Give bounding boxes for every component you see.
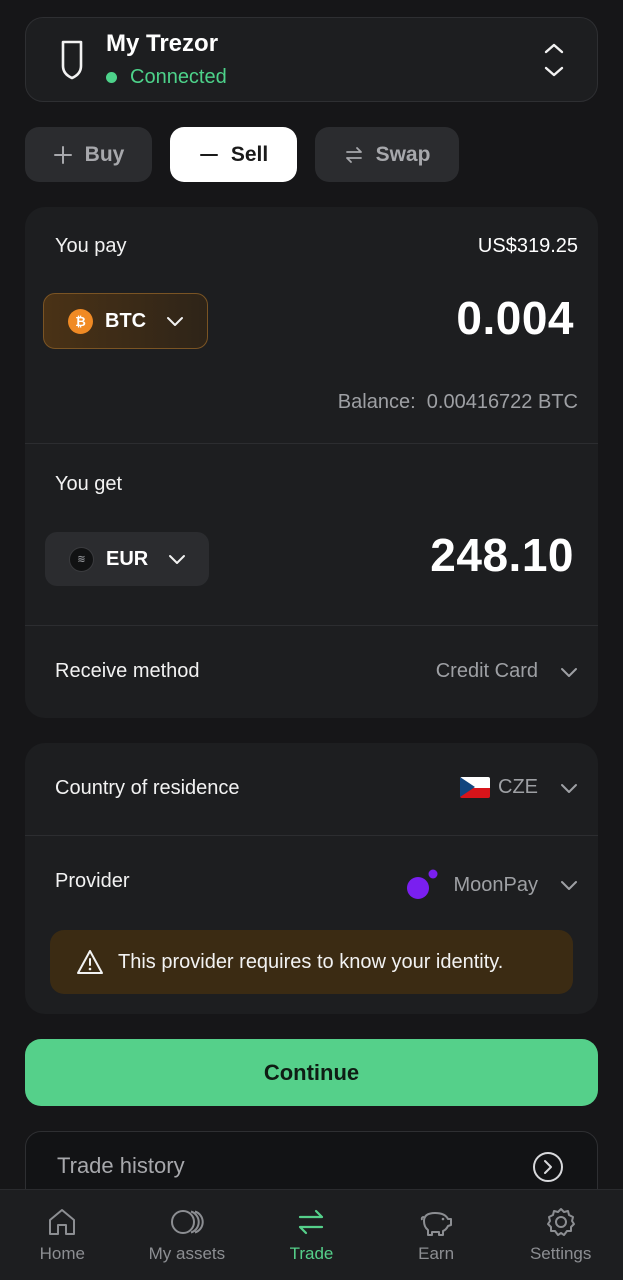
- bottom-navigation: Home My assets Trade Earn Settings: [0, 1189, 623, 1280]
- tab-buy-label: Buy: [84, 142, 125, 166]
- pay-coin-label: BTC: [105, 309, 147, 332]
- nav-earn-label: Earn: [418, 1244, 455, 1263]
- chevron-down-icon: [561, 881, 577, 890]
- chevron-down-icon: [561, 783, 577, 793]
- chevron-down-icon: [561, 667, 577, 677]
- continue-button[interactable]: Continue: [25, 1039, 598, 1106]
- you-pay-label: You pay: [55, 235, 127, 257]
- plus-icon: [53, 145, 72, 164]
- you-get-label: You get: [55, 473, 123, 495]
- chevron-up-down-icon[interactable]: [543, 42, 565, 78]
- nav-trade[interactable]: Trade: [249, 1190, 374, 1280]
- device-switcher[interactable]: My Trezor Connected: [25, 17, 598, 102]
- provider-select[interactable]: MoonPay: [406, 869, 579, 901]
- czech-flag-icon: [460, 777, 490, 798]
- moonpay-logo-icon: [406, 869, 437, 899]
- nav-trade-label: Trade: [289, 1244, 334, 1263]
- nav-home-label: Home: [39, 1244, 85, 1263]
- piggy-bank-icon: [420, 1212, 453, 1236]
- nav-my-assets[interactable]: My assets: [125, 1190, 250, 1280]
- status-dot: [106, 72, 117, 83]
- country-value: CZE: [498, 776, 538, 798]
- nav-home[interactable]: Home: [0, 1190, 125, 1280]
- pay-fiat-value: US$319.25: [477, 235, 578, 257]
- trade-form-panel: You pay US$319.25 ₿ BTC 0.004 Balance: 0…: [25, 207, 598, 718]
- provider-value: MoonPay: [453, 873, 539, 896]
- get-currency-select[interactable]: ≋ EUR: [45, 532, 209, 586]
- country-label: Country of residence: [55, 777, 240, 799]
- device-name: My Trezor: [106, 30, 219, 57]
- get-currency-label: EUR: [106, 547, 149, 570]
- arrow-right-circle-icon[interactable]: [532, 1151, 564, 1183]
- nav-my-assets-label: My assets: [148, 1244, 226, 1263]
- receive-method-select[interactable]: Credit Card: [436, 660, 578, 683]
- pay-coin-select[interactable]: ₿ BTC: [43, 293, 208, 349]
- coin-stack-icon: ≋: [69, 546, 94, 572]
- tab-swap-label: Swap: [375, 142, 431, 166]
- home-icon: [49, 1209, 76, 1235]
- pay-balance: Balance: 0.00416722 BTC: [338, 391, 578, 414]
- divider: [25, 443, 598, 444]
- warning-triangle-icon: [77, 950, 103, 974]
- tab-swap[interactable]: Swap: [315, 127, 459, 182]
- provider-panel: Country of residence CZE Provider MoonPa…: [25, 743, 598, 1014]
- gear-icon: [546, 1208, 575, 1236]
- balance-value: 0.00416722 BTC: [426, 391, 578, 413]
- nav-settings[interactable]: Settings: [498, 1190, 623, 1280]
- warning-text: This provider requires to know your iden…: [118, 950, 504, 973]
- trade-history-label: Trade history: [57, 1153, 185, 1178]
- get-amount: 248.10: [430, 529, 574, 581]
- assets-icon: [170, 1210, 204, 1234]
- balance-label: Balance:: [337, 391, 416, 413]
- chevron-down-icon: [167, 317, 184, 326]
- provider-label: Provider: [55, 870, 130, 892]
- bitcoin-icon: ₿: [68, 308, 93, 334]
- trade-arrows-icon: [299, 1209, 324, 1235]
- nav-settings-label: Settings: [529, 1244, 592, 1263]
- trezor-shield-icon: [61, 40, 83, 80]
- divider: [25, 625, 598, 626]
- device-status: Connected: [106, 66, 227, 89]
- country-select[interactable]: CZE: [460, 776, 578, 799]
- chevron-down-icon: [169, 555, 186, 564]
- tab-sell-label: Sell: [230, 142, 269, 166]
- minus-icon: [199, 153, 218, 156]
- receive-method-label: Receive method: [55, 660, 200, 682]
- trade-type-tabs: Buy Sell Swap: [25, 127, 459, 182]
- tab-buy[interactable]: Buy: [25, 127, 152, 182]
- tab-sell[interactable]: Sell: [170, 127, 297, 182]
- divider: [25, 835, 598, 836]
- device-status-text: Connected: [130, 66, 227, 88]
- identity-warning: This provider requires to know your iden…: [50, 930, 573, 994]
- receive-method-value: Credit Card: [435, 660, 538, 682]
- nav-earn[interactable]: Earn: [374, 1190, 499, 1280]
- swap-arrows-icon: [345, 146, 362, 163]
- pay-amount-input[interactable]: 0.004: [456, 291, 574, 345]
